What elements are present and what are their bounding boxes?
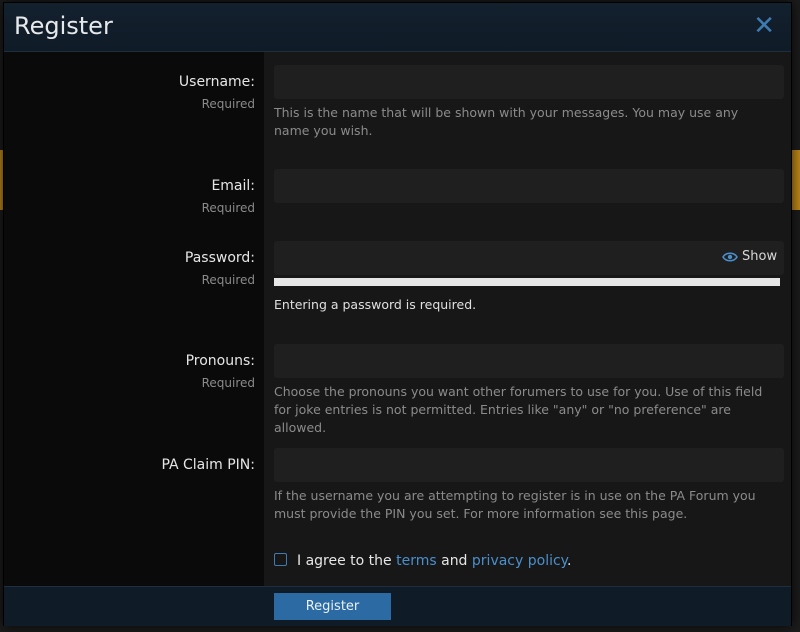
privacy-policy-link[interactable]: privacy policy <box>472 553 567 569</box>
show-password-toggle[interactable]: Show <box>722 249 777 264</box>
username-label-text: Username: <box>178 74 255 90</box>
pronouns-help: Choose the pronouns you want other forum… <box>274 384 763 435</box>
register-button[interactable]: Register <box>274 593 391 620</box>
password-required: Required <box>201 273 255 287</box>
username-label: Username: Required <box>179 74 255 111</box>
background-edge <box>792 150 800 210</box>
label-column <box>4 52 264 586</box>
pronouns-label-text: Pronouns: <box>185 353 255 369</box>
password-field[interactable] <box>274 241 784 275</box>
show-label: Show <box>742 249 778 264</box>
password-strength-fill <box>274 278 780 286</box>
dialog-title: Register <box>14 12 113 40</box>
agree-prefix: I agree to the <box>297 553 392 569</box>
agree-suffix: . <box>566 553 572 569</box>
pin-label: PA Claim PIN: <box>161 457 255 473</box>
password-label-text: Password: <box>184 250 255 266</box>
pronouns-label: Pronouns: Required <box>186 353 255 390</box>
password-label: Password: Required <box>185 250 255 287</box>
pin-help: If the username you are attempting to re… <box>274 488 756 521</box>
password-message: Entering a password is required. <box>274 297 477 312</box>
username-field[interactable] <box>274 65 784 99</box>
register-dialog: Register ✕ Username: Required This is th… <box>3 2 792 626</box>
agree-row: I agree to the terms and privacy policy. <box>274 553 571 569</box>
agree-and: and <box>441 553 468 569</box>
pin-label-text: PA Claim PIN: <box>161 457 255 473</box>
close-icon[interactable]: ✕ <box>753 11 775 41</box>
terms-link[interactable]: terms <box>396 553 437 569</box>
email-required: Required <box>201 201 255 215</box>
agree-checkbox[interactable] <box>274 553 287 566</box>
username-required: Required <box>201 97 255 111</box>
password-strength-meter <box>274 278 780 286</box>
email-label-text: Email: <box>211 178 255 194</box>
email-field[interactable] <box>274 169 784 203</box>
email-label: Email: Required <box>202 178 255 215</box>
pronouns-required: Required <box>201 376 255 390</box>
eye-icon <box>722 252 738 262</box>
pronouns-field[interactable] <box>274 344 784 378</box>
username-help: This is the name that will be shown with… <box>274 105 739 138</box>
dialog-titlebar: Register ✕ <box>4 3 791 52</box>
pin-field[interactable] <box>274 448 784 482</box>
dialog-footer: Register <box>4 586 791 626</box>
